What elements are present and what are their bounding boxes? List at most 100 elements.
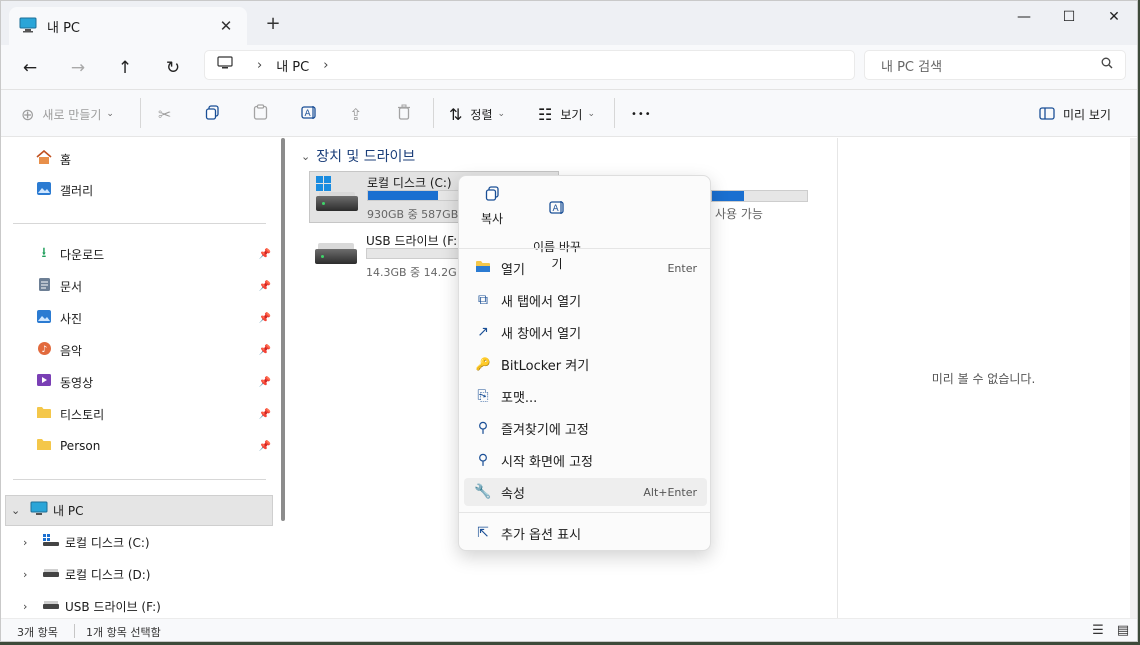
toolbar-divider <box>433 98 434 128</box>
breadcrumb-chevron-icon[interactable]: › <box>323 58 328 73</box>
view-button[interactable]: ☷ 보기 ⌄ <box>538 102 595 126</box>
preview-pane-button[interactable]: 미리 보기 <box>1039 102 1111 126</box>
chevron-right-icon[interactable]: › <box>23 600 41 613</box>
address-row: ← → ↑ ↻ › 내 PC › 내 PC 검색 <box>1 45 1137 90</box>
pin-icon[interactable]: 📌 <box>259 409 271 420</box>
chevron-down-icon: ⌄ <box>106 109 114 119</box>
preview-pane: 미리 볼 수 없습니다. <box>837 138 1129 618</box>
copy-quick-action[interactable]: 복사 <box>461 186 523 227</box>
pin-icon[interactable]: 📌 <box>259 281 271 292</box>
delete-button[interactable] <box>397 102 419 126</box>
tab-close-icon[interactable]: ✕ <box>215 17 237 35</box>
search-input[interactable]: 내 PC 검색 <box>864 50 1126 80</box>
sidebar-item-drive-c[interactable]: › 로컬 디스크 (C:) <box>23 531 150 553</box>
chevron-down-icon: ⌄ <box>587 109 595 119</box>
preview-label: 미리 보기 <box>1063 107 1111 122</box>
sidebar-item-home[interactable]: 홈 <box>35 148 275 170</box>
preview-scrollbar[interactable] <box>1130 138 1137 618</box>
sidebar-item-person[interactable]: Person 📌 <box>35 435 275 457</box>
monitor-icon <box>217 56 233 74</box>
preview-pane-icon <box>1039 105 1055 124</box>
selection-count: 1개 항목 선택함 <box>86 626 161 639</box>
sidebar-scrollbar[interactable] <box>281 138 285 521</box>
sidebar-item-label: 홈 <box>60 152 72 167</box>
sidebar-item-this-pc[interactable]: ⌄ 내 PC <box>11 499 83 521</box>
tiles-view-icon[interactable]: ▤ <box>1114 623 1132 639</box>
menu-item-format[interactable]: ⎘ 포맷... <box>464 382 707 410</box>
svg-text:A: A <box>305 109 312 119</box>
menu-item-pin-start[interactable]: ⚲ 시작 화면에 고정 <box>464 446 707 474</box>
copy-button[interactable] <box>205 102 228 126</box>
forward-button[interactable]: → <box>65 55 91 81</box>
refresh-button[interactable]: ↻ <box>160 55 186 81</box>
menu-item-open-new-window[interactable]: ↗ 새 창에서 열기 <box>464 318 707 346</box>
tab-this-pc[interactable]: 내 PC ✕ <box>9 7 247 45</box>
close-button[interactable]: ✕ <box>1091 5 1137 29</box>
pin-icon[interactable]: 📌 <box>259 249 271 260</box>
new-button[interactable]: ⊕ 새로 만들기 ⌄ <box>21 102 114 126</box>
sidebar-item-gallery[interactable]: 갤러리 <box>35 179 275 201</box>
sidebar-item-tistory[interactable]: 티스토리 📌 <box>35 403 275 425</box>
sidebar-item-videos[interactable]: 동영상 📌 <box>35 371 275 393</box>
address-bar[interactable]: › 내 PC › <box>204 50 855 80</box>
pin-icon[interactable]: 📌 <box>259 377 271 388</box>
sidebar-item-drive-f[interactable]: › USB 드라이브 (F:) <box>23 595 161 617</box>
menu-item-shortcut: Alt+Enter <box>643 485 697 499</box>
sidebar-item-downloads[interactable]: ⭳ 다운로드 📌 <box>35 243 275 265</box>
paste-button[interactable] <box>253 102 276 126</box>
minimize-button[interactable]: — <box>1001 5 1047 29</box>
group-header[interactable]: ⌄ 장치 및 드라이브 <box>301 146 415 166</box>
tab-title: 내 PC <box>47 20 81 36</box>
breadcrumb-item-this-pc[interactable]: 내 PC <box>276 56 309 75</box>
group-title: 장치 및 드라이브 <box>316 149 416 165</box>
menu-item-label: BitLocker 켜기 <box>501 358 590 374</box>
drive-body <box>315 249 357 264</box>
share-out-icon: ⇱ <box>477 525 489 541</box>
menu-item-pin-quick-access[interactable]: ⚲ 즐겨찾기에 고정 <box>464 414 707 442</box>
cut-button[interactable]: ✂ <box>158 102 179 126</box>
chevron-right-icon[interactable]: › <box>23 568 41 581</box>
monitor-icon <box>29 501 49 519</box>
sort-button[interactable]: ⇅ 정렬 ⌄ <box>449 102 505 126</box>
svg-text:♪: ♪ <box>41 345 47 355</box>
sidebar-item-pictures[interactable]: 사진 📌 <box>35 307 275 329</box>
chevron-down-icon[interactable]: ⌄ <box>11 504 29 517</box>
chevron-down-icon[interactable]: ⌄ <box>301 150 310 163</box>
sidebar-item-label: 사진 <box>60 311 83 326</box>
sidebar-item-drive-d[interactable]: › 로컬 디스크 (D:) <box>23 563 150 585</box>
pin-icon[interactable]: 📌 <box>259 345 271 356</box>
maximize-button[interactable]: ☐ <box>1046 5 1092 29</box>
up-button[interactable]: ↑ <box>112 55 138 81</box>
menu-item-properties[interactable]: 🔧 속성 Alt+Enter <box>464 478 707 506</box>
sidebar-item-documents[interactable]: 문서 📌 <box>35 275 275 297</box>
pin-icon[interactable]: 📌 <box>259 313 271 324</box>
video-icon <box>35 373 53 391</box>
menu-item-open[interactable]: 열기 Enter <box>464 254 707 282</box>
sidebar-item-music[interactable]: ♪ 음악 📌 <box>35 339 275 361</box>
menu-item-show-more-options[interactable]: ⇱ 추가 옵션 표시 <box>464 519 707 547</box>
more-options-button[interactable]: ••• <box>631 102 652 126</box>
back-button[interactable]: ← <box>17 55 43 81</box>
drive-usage-fill <box>712 191 745 201</box>
drive-body <box>316 196 358 211</box>
menu-item-open-new-tab[interactable]: ⧉ 새 탭에서 열기 <box>464 286 707 314</box>
menu-item-label: 속성 <box>501 486 525 502</box>
drive-name: 로컬 디스크 (C:) <box>367 176 452 190</box>
new-tab-button[interactable]: + <box>263 13 283 34</box>
menu-item-bitlocker[interactable]: 🔑 BitLocker 켜기 <box>464 350 707 378</box>
breadcrumb-chevron-icon[interactable]: › <box>257 58 262 73</box>
download-icon: ⭳ <box>41 245 47 261</box>
pin-icon[interactable]: 📌 <box>259 441 271 452</box>
pin-icon: ⚲ <box>477 452 489 468</box>
chevron-right-icon[interactable]: › <box>23 536 41 549</box>
menu-item-label: 새 창에서 열기 <box>501 326 582 342</box>
rename-button[interactable]: A <box>301 102 326 126</box>
details-view-icon[interactable]: ☰ <box>1089 623 1107 639</box>
menu-item-label: 추가 옵션 표시 <box>501 527 582 543</box>
share-button[interactable]: ⇪ <box>349 102 370 126</box>
sidebar-item-label: 티스토리 <box>60 407 105 422</box>
pin-icon: ⚲ <box>477 420 489 436</box>
chevron-down-icon: ⌄ <box>497 109 506 119</box>
sidebar-item-label: 다운로드 <box>60 247 105 262</box>
rename-icon: A <box>526 200 588 218</box>
